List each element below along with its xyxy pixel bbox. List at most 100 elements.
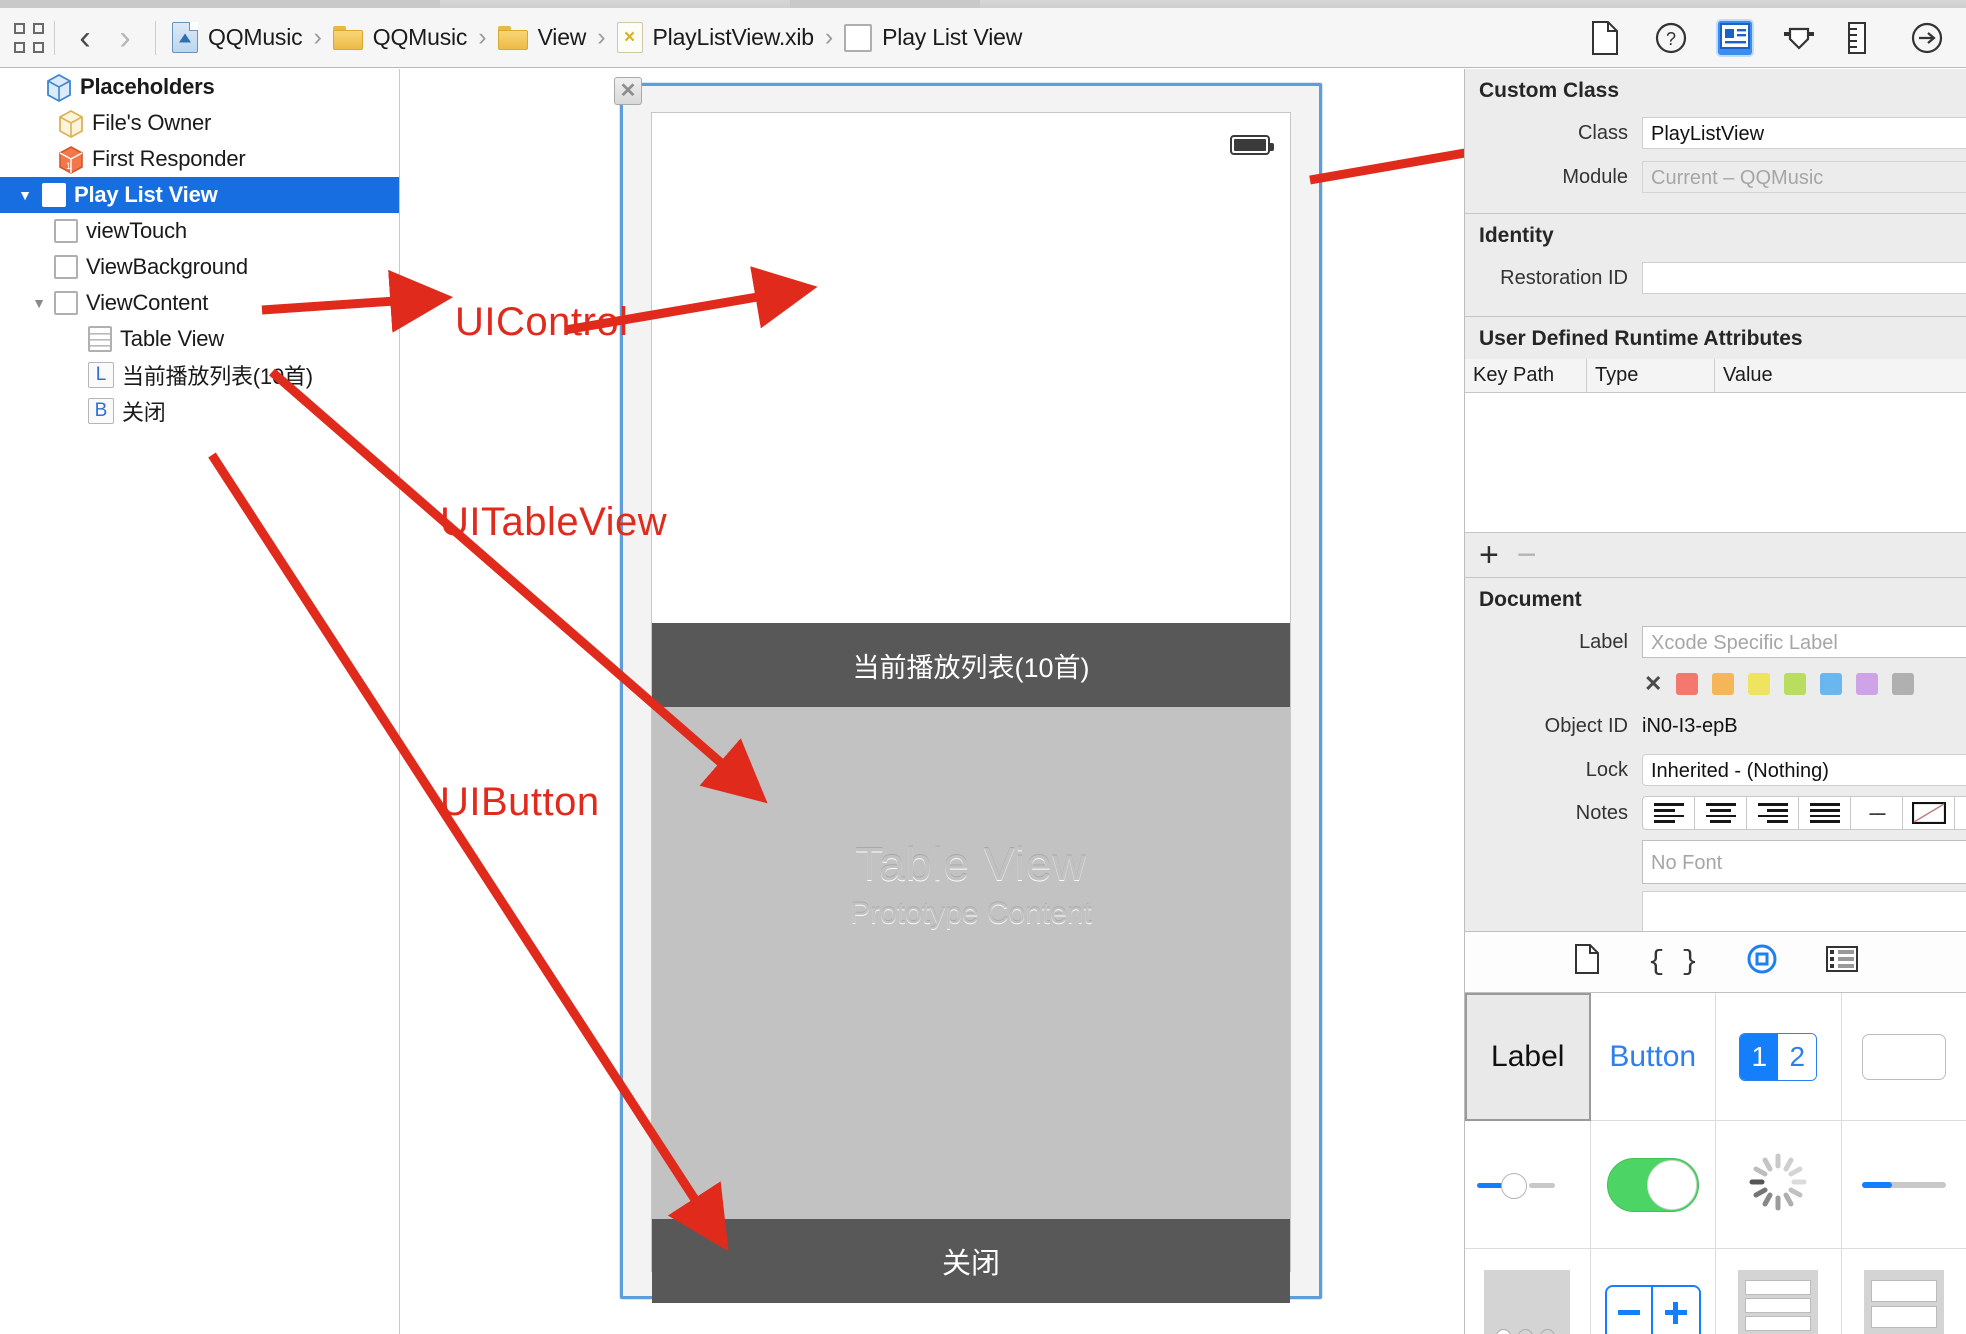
table-cell-lib-icon xyxy=(1863,1269,1944,1334)
column-header-value: Value xyxy=(1723,364,1773,386)
color-swatch[interactable] xyxy=(1892,673,1915,695)
outline-row-viewtouch[interactable]: viewTouch xyxy=(0,213,399,249)
color-swatch[interactable] xyxy=(1784,673,1807,695)
outline-row-first-responder[interactable]: 1 First Responder xyxy=(0,141,399,177)
document-label-input[interactable]: Xcode Specific Label xyxy=(1642,626,1966,658)
document-label-label: Label xyxy=(1579,630,1628,653)
outline-row-files-owner[interactable]: File's Owner xyxy=(0,105,399,141)
module-input[interactable]: Current – QQMusic xyxy=(1642,161,1966,193)
outline-row-label: Table View xyxy=(120,326,224,351)
quick-help-inspector-icon[interactable]: ? xyxy=(1654,21,1688,55)
table-view-icon xyxy=(88,326,112,352)
outline-row-label: 当前播放列表(10首) xyxy=(122,364,313,389)
breadcrumb-item-xib[interactable]: PlayListView.xib xyxy=(616,22,814,53)
stepper-icon xyxy=(1604,1284,1701,1334)
page-control-icon xyxy=(1484,1269,1571,1334)
table-view-placeholder[interactable]: Table View Prototype Content xyxy=(652,707,1290,1219)
disclosure-triangle[interactable]: ▼ xyxy=(14,187,36,203)
identity-inspector-panel[interactable]: Custom Class Class PlayListView Module C… xyxy=(1464,69,1966,1334)
library-item-button[interactable]: Button xyxy=(1590,993,1716,1121)
color-swatch[interactable] xyxy=(1712,673,1735,695)
close-button-label: 关闭 xyxy=(941,1248,1000,1280)
color-swatch[interactable] xyxy=(1748,673,1771,695)
library-item-slider[interactable] xyxy=(1465,1121,1591,1249)
object-id-value: iN0-I3-epB xyxy=(1642,714,1738,737)
align-right-icon[interactable] xyxy=(1746,796,1798,830)
file-template-library-icon[interactable] xyxy=(1574,944,1600,980)
cube-orange-icon: 1 xyxy=(58,146,84,174)
disclosure-triangle[interactable]: ▼ xyxy=(28,295,50,311)
breadcrumb-item-view-folder[interactable]: View xyxy=(497,24,586,51)
library-item-switch[interactable] xyxy=(1590,1121,1716,1249)
outline-row-button-close[interactable]: B 关闭 xyxy=(0,393,399,429)
align-center-icon[interactable] xyxy=(1694,796,1746,830)
object-library-icon[interactable] xyxy=(1746,943,1778,981)
identity-inspector-icon[interactable] xyxy=(1718,20,1752,55)
outline-row-viewbackground[interactable]: ViewBackground xyxy=(0,249,399,285)
dashes-icon[interactable]: --- xyxy=(1850,796,1902,830)
align-left-icon[interactable] xyxy=(1642,796,1694,830)
document-label-row: Label Xcode Specific Label xyxy=(1465,620,1966,664)
chevron-left-icon[interactable]: ‹ xyxy=(65,21,105,55)
interface-builder-canvas[interactable]: ✕ 当前播放列表(10首) Table View Prototype Conte… xyxy=(401,69,1464,1334)
restoration-id-input[interactable] xyxy=(1642,262,1966,294)
outline-row-viewcontent[interactable]: ▼ ViewContent xyxy=(0,285,399,321)
close-button-bar[interactable]: 关闭 xyxy=(652,1219,1290,1303)
breadcrumb-item-group[interactable]: QQMusic xyxy=(332,24,467,51)
library-item-segmented-control[interactable]: 1 2 xyxy=(1716,993,1842,1121)
remove-attribute-button[interactable]: − xyxy=(1517,538,1537,572)
notes-font-row: No Font xyxy=(1465,836,1966,888)
connections-inspector-icon[interactable] xyxy=(1910,21,1944,55)
align-justify-icon[interactable] xyxy=(1798,796,1850,830)
playlist-header-bar: 当前播放列表(10首) xyxy=(652,623,1290,707)
breadcrumb-separator: › xyxy=(824,23,834,51)
divider xyxy=(54,20,55,55)
library-item-table-view[interactable] xyxy=(1716,1249,1842,1334)
color-swatch[interactable] xyxy=(1856,673,1879,695)
identity-section-title: Identity xyxy=(1479,224,1554,247)
media-library-icon[interactable] xyxy=(1826,946,1859,978)
file-inspector-icon[interactable] xyxy=(1590,20,1624,55)
close-icon[interactable]: ✕ xyxy=(614,77,642,105)
library-item-label[interactable]: Label xyxy=(1465,993,1591,1121)
color-swatch[interactable] xyxy=(1676,673,1699,695)
library-item-activity-indicator[interactable] xyxy=(1716,1121,1842,1249)
attributes-inspector-icon[interactable] xyxy=(1782,21,1816,55)
view-square-icon xyxy=(54,291,78,315)
svg-text:?: ? xyxy=(1666,29,1676,49)
outline-row-play-list-view[interactable]: ▼ Play List View xyxy=(0,177,399,213)
view-canvas-frame[interactable]: ✕ 当前播放列表(10首) Table View Prototype Conte… xyxy=(614,77,1322,1303)
battery-icon xyxy=(1230,135,1274,155)
lock-dropdown[interactable]: Inherited - (Nothing) xyxy=(1642,754,1966,786)
outline-row-placeholders[interactable]: Placeholders xyxy=(0,69,399,105)
breadcrumb-item-view[interactable]: Play List View xyxy=(844,23,1022,52)
size-inspector-icon[interactable] xyxy=(1846,21,1880,55)
chevron-right-icon[interactable]: › xyxy=(105,21,145,55)
library-item-stepper[interactable] xyxy=(1591,1249,1716,1334)
runtime-attributes-table-body[interactable] xyxy=(1465,393,1966,533)
object-library-grid[interactable]: Label Button 1 2 xyxy=(1465,993,1966,1334)
class-input[interactable]: PlayListView xyxy=(1642,117,1966,149)
library-item-page-control[interactable] xyxy=(1465,1249,1591,1334)
library-item-progress-view[interactable] xyxy=(1841,1121,1966,1249)
grid-icon[interactable] xyxy=(14,22,44,53)
play-list-view-preview[interactable]: 当前播放列表(10首) Table View Prototype Content… xyxy=(651,112,1291,1303)
outline-row-table-view[interactable]: Table View xyxy=(0,321,399,357)
library-item-text-field[interactable] xyxy=(1841,993,1966,1121)
breadcrumb-item-project[interactable]: QQMusic xyxy=(172,22,303,53)
image-icon[interactable] xyxy=(1902,796,1954,830)
color-swatch[interactable] xyxy=(1820,673,1843,695)
document-outline-panel[interactable]: Placeholders File's Owner 1 First Respon… xyxy=(0,69,400,1334)
add-attribute-button[interactable]: + xyxy=(1479,538,1499,572)
module-field-label: Module xyxy=(1562,165,1628,188)
notes-row: Notes --- xyxy=(1465,792,1966,836)
runtime-attributes-section-title: User Defined Runtime Attributes xyxy=(1479,327,1803,350)
code-snippet-library-icon[interactable]: { } xyxy=(1648,947,1698,978)
image2-icon[interactable] xyxy=(1954,796,1966,830)
library-item-table-view-cell[interactable] xyxy=(1842,1249,1966,1334)
restoration-id-label: Restoration ID xyxy=(1500,266,1628,289)
outline-row-label-playlist[interactable]: L 当前播放列表(10首) xyxy=(0,357,399,393)
notes-font-input[interactable]: No Font xyxy=(1642,840,1966,884)
outline-row-label: ViewContent xyxy=(86,290,209,315)
clear-color-icon[interactable]: ✕ xyxy=(1644,671,1662,697)
